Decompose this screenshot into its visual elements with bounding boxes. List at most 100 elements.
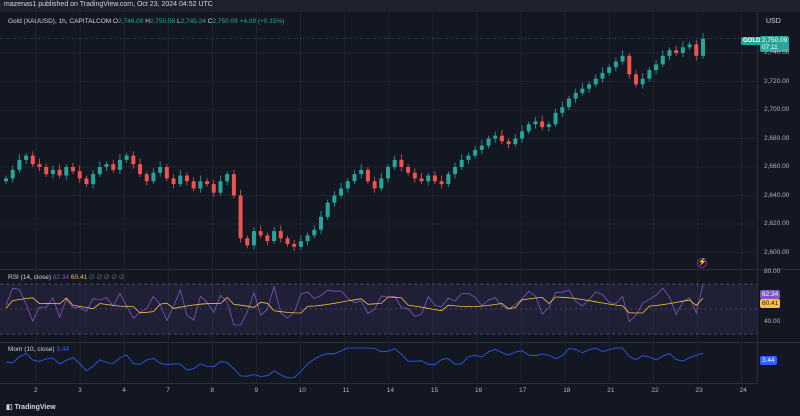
candle-body	[526, 124, 531, 132]
candle-body	[345, 181, 350, 189]
candle-body	[77, 171, 82, 179]
time-axis-label: 15	[430, 387, 439, 394]
candle-body	[426, 175, 431, 182]
candle-body	[701, 38, 705, 56]
candle-body	[399, 159, 404, 167]
candle-body	[292, 243, 297, 247]
candle-body	[265, 235, 270, 242]
rsi-legend[interactable]: RSI (14, close) 62.34 60.41 ∅ ∅ ∅ ∅ ∅	[8, 273, 125, 281]
candle-body	[278, 231, 283, 239]
candle-body	[627, 55, 632, 75]
candle-body	[439, 181, 444, 185]
candle-body	[24, 155, 29, 160]
candle-body	[466, 155, 471, 160]
candle-body	[298, 241, 303, 247]
time-axis-label: 17	[519, 387, 527, 394]
rsi-extra: ∅ ∅ ∅ ∅ ∅	[89, 274, 125, 281]
main-legend[interactable]: Gold (XAUUSD), 1h, CAPITALCOM O2,746.00 …	[8, 18, 284, 25]
candle-body	[144, 174, 149, 182]
candle-body	[285, 238, 290, 244]
rsi-band	[0, 284, 757, 334]
candle-body	[359, 169, 364, 175]
candle-body	[325, 202, 330, 217]
candle-body	[272, 231, 277, 242]
time-axis-label: 2	[34, 387, 38, 394]
candle-body	[198, 181, 203, 189]
candle-body	[339, 188, 344, 196]
rsi-axis-top: 80.00	[764, 268, 781, 275]
time-axis-label: 4	[122, 387, 126, 394]
candle-body	[124, 155, 129, 160]
candle-body	[218, 181, 223, 193]
candle-body	[419, 178, 424, 182]
candle-body	[412, 172, 417, 179]
rsi-name[interactable]: RSI (14, close)	[8, 274, 51, 281]
candle-body	[386, 167, 391, 179]
candle-body	[184, 175, 189, 182]
change-value: +4.09 (+0.15%)	[239, 18, 285, 25]
time-axis[interactable]	[0, 383, 757, 397]
candle-body	[593, 78, 598, 85]
mom-tag: 3.44	[760, 356, 777, 365]
time-axis-label: 3	[78, 387, 82, 394]
mom-name[interactable]: Mom (10, close)	[8, 346, 55, 353]
candle-body	[573, 92, 578, 99]
candle-body	[479, 145, 484, 150]
candle-body	[71, 167, 76, 172]
rsi-pane	[0, 283, 757, 335]
candle-body	[91, 174, 96, 185]
candle-body	[453, 167, 458, 175]
candle-body	[117, 159, 122, 170]
price-axis-label: 2,680.00	[764, 134, 790, 142]
price-axis-label: 2,600.00	[764, 248, 790, 256]
candle-body	[131, 155, 136, 165]
candle-body	[667, 50, 672, 56]
tv-icon: ◧	[6, 404, 15, 411]
candle-body	[620, 55, 625, 62]
high-value: 2,750.58	[149, 18, 176, 25]
candles	[0, 33, 757, 252]
candle-body	[372, 181, 377, 189]
candle-body	[513, 138, 518, 145]
candle-body	[138, 164, 143, 175]
flash-icon[interactable]: ⚡	[697, 258, 707, 268]
candle-body	[111, 164, 116, 170]
candle-body	[687, 44, 692, 48]
rsi-ma-value: 60.41	[70, 274, 88, 281]
time-axis-label: 24	[739, 387, 747, 394]
candle-body	[30, 155, 35, 165]
candle-body	[506, 141, 511, 145]
symbol-name[interactable]: Gold (XAUUSD), 1h, CAPITALCOM	[8, 18, 111, 25]
candle-body	[540, 121, 545, 128]
candle-body	[560, 107, 565, 113]
candle-body	[520, 131, 525, 139]
candle-body	[4, 178, 8, 182]
candle-body	[499, 135, 504, 142]
candle-body	[97, 167, 102, 175]
candle-body	[178, 175, 183, 185]
candle-body	[305, 235, 310, 242]
candle-body	[674, 50, 679, 53]
low-value: 2,745.24	[180, 18, 206, 25]
footer	[0, 398, 800, 416]
candle-body	[211, 184, 216, 193]
price-axis-label: 2,740.00	[764, 49, 790, 56]
time-axis-label: 9	[254, 387, 259, 394]
price-axis-label: 2,700.00	[764, 106, 790, 113]
candle-body	[245, 238, 250, 246]
rsi-value: 62.34	[52, 274, 70, 281]
candle-body	[37, 164, 42, 167]
time-axis-label: 23	[695, 387, 703, 394]
candle-body	[633, 74, 638, 85]
rsi-axis-bottom: 40.00	[764, 318, 781, 325]
tradingview-logo[interactable]: ◧ TradingView	[6, 403, 56, 411]
price-axis-label: 2,660.00	[764, 163, 790, 170]
price-axis-label: 2,640.00	[764, 191, 790, 199]
candle-body	[613, 61, 618, 68]
candle-body	[486, 138, 491, 146]
rsi-tag: 62.34	[760, 290, 781, 299]
time-axis-label: 7	[166, 387, 170, 394]
candle-body	[251, 231, 256, 246]
rsi-ma-tag: 60.41	[760, 299, 781, 308]
mom-legend[interactable]: Mom (10, close) 3.44	[8, 346, 69, 353]
